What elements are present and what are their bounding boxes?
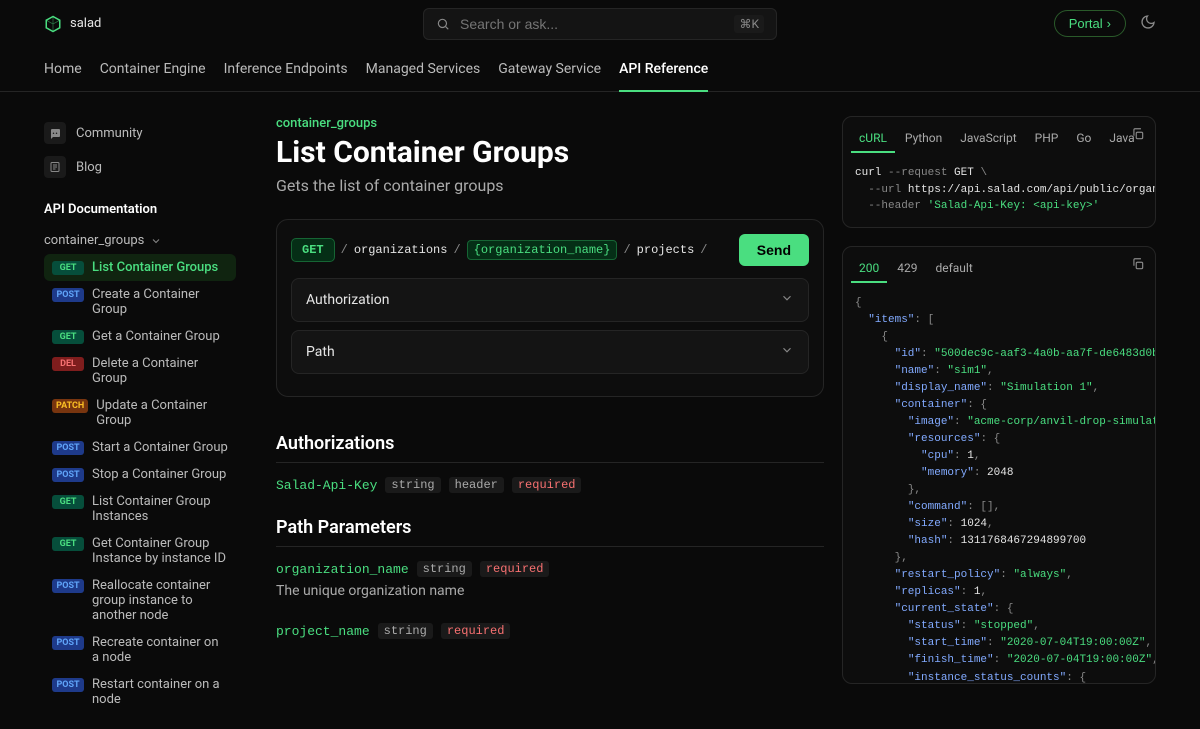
chevron-down-icon (780, 291, 794, 309)
breadcrumb: container_groups (276, 116, 824, 131)
copy-icon[interactable] (1131, 127, 1145, 145)
right-panel: cURL Python JavaScript PHP Go Java curl … (842, 92, 1200, 729)
code-tab-php[interactable]: PHP (1027, 125, 1067, 153)
chevron-right-icon: › (1107, 16, 1111, 31)
sidebar: Community Blog API Documentation contain… (0, 92, 248, 729)
method-badge: POST (52, 288, 84, 302)
code-example-card: cURL Python JavaScript PHP Go Java curl … (842, 116, 1156, 228)
tab-home[interactable]: Home (44, 47, 82, 91)
endpoint-label: Reallocate container group instance to a… (92, 578, 228, 623)
path-params-heading: Path Parameters (276, 517, 824, 547)
method-badge: POST (52, 579, 84, 593)
method-badge: GET (52, 330, 84, 344)
endpoint-item[interactable]: GET Get a Container Group (44, 323, 236, 350)
endpoint-label: Update a Container Group (96, 398, 228, 428)
page-subtitle: Gets the list of container groups (276, 176, 824, 195)
header: salad ⌘K Portal › (0, 0, 1200, 47)
chevron-down-icon (150, 235, 162, 247)
method-badge: GET (52, 495, 84, 509)
api-url-row: GET / organizations / {organization_name… (291, 234, 809, 266)
param-organization-name: organization_name string required The un… (276, 561, 824, 599)
endpoint-item[interactable]: GET List Container Groups (44, 254, 236, 281)
endpoint-item[interactable]: POST Restart container on a node (44, 671, 236, 713)
tab-inference-endpoints[interactable]: Inference Endpoints (224, 47, 348, 91)
code-tab-go[interactable]: Go (1068, 125, 1099, 153)
authorizations-heading: Authorizations (276, 433, 824, 463)
search-input[interactable] (460, 16, 724, 32)
portal-button[interactable]: Portal › (1054, 10, 1126, 37)
endpoint-item[interactable]: POST Start a Container Group (44, 434, 236, 461)
code-tab-javascript[interactable]: JavaScript (952, 125, 1024, 153)
copy-icon[interactable] (1131, 257, 1145, 275)
param-name: Salad-Api-Key (276, 478, 377, 493)
method-badge: PATCH (52, 399, 88, 413)
logo-icon (44, 15, 62, 33)
tab-gateway-service[interactable]: Gateway Service (498, 47, 601, 91)
nav-tabs: Home Container Engine Inference Endpoint… (0, 47, 1200, 92)
method-badge: POST (52, 678, 84, 692)
search-box[interactable]: ⌘K (423, 8, 777, 40)
method-badge: DEL (52, 357, 84, 371)
endpoint-item[interactable]: GET Get Container Group Instance by insta… (44, 530, 236, 572)
response-body: { "items": [ { "id": "500dec9c-aaf3-4a0b… (843, 283, 1155, 683)
http-method-badge: GET (291, 238, 335, 262)
sidebar-blog[interactable]: Blog (44, 150, 236, 184)
endpoint-label: Start a Container Group (92, 440, 228, 455)
tab-managed-services[interactable]: Managed Services (366, 47, 481, 91)
expandable-authorization[interactable]: Authorization (291, 278, 809, 322)
code-tab-curl[interactable]: cURL (851, 125, 895, 153)
endpoint-label: Get Container Group Instance by instance… (92, 536, 228, 566)
api-panel: GET / organizations / {organization_name… (276, 219, 824, 397)
code-body: curl --request GET \ --url https://api.s… (843, 153, 1155, 227)
endpoint-label: Create a Container Group (92, 287, 228, 317)
page-title: List Container Groups (276, 135, 824, 170)
search-icon (436, 17, 450, 31)
endpoint-item[interactable]: PATCH Update a Container Group (44, 392, 236, 434)
code-lang-tabs: cURL Python JavaScript PHP Go Java (843, 117, 1155, 153)
endpoint-item[interactable]: POST Reallocate container group instance … (44, 572, 236, 629)
response-status-tabs: 200 429 default (843, 247, 1155, 283)
theme-toggle[interactable] (1140, 14, 1156, 34)
auth-param: Salad-Api-Key string header required (276, 477, 824, 493)
sidebar-group[interactable]: container_groups (44, 227, 236, 254)
endpoint-label: Restart container on a node (92, 677, 228, 707)
endpoint-label: Get a Container Group (92, 329, 220, 344)
endpoint-item[interactable]: DEL Delete a Container Group (44, 350, 236, 392)
method-badge: GET (52, 537, 84, 551)
sidebar-heading: API Documentation (44, 202, 236, 217)
status-tab-default[interactable]: default (927, 255, 980, 283)
discord-icon (44, 122, 66, 144)
search-shortcut: ⌘K (734, 15, 764, 33)
tab-container-engine[interactable]: Container Engine (100, 47, 206, 91)
endpoint-item[interactable]: POST Recreate container on a node (44, 629, 236, 671)
expandable-path[interactable]: Path (291, 330, 809, 374)
response-card: 200 429 default { "items": [ { "id": "50… (842, 246, 1156, 684)
method-badge: POST (52, 468, 84, 482)
endpoint-item[interactable]: POST Create a Container Group (44, 281, 236, 323)
method-badge: GET (52, 261, 84, 275)
status-tab-200[interactable]: 200 (851, 255, 887, 283)
logo[interactable]: salad (44, 15, 101, 33)
endpoint-item[interactable]: GET List Container Group Instances (44, 488, 236, 530)
document-icon (44, 156, 66, 178)
endpoint-item[interactable]: POST Stop a Container Group (44, 461, 236, 488)
path-param-org[interactable]: {organization_name} (467, 240, 618, 260)
endpoint-label: Delete a Container Group (92, 356, 228, 386)
main-content: container_groups List Container Groups G… (248, 92, 842, 729)
endpoint-label: Recreate container on a node (92, 635, 228, 665)
endpoint-label: List Container Group Instances (92, 494, 228, 524)
sidebar-community[interactable]: Community (44, 116, 236, 150)
chevron-down-icon (780, 343, 794, 361)
send-button[interactable]: Send (739, 234, 809, 266)
brand-name: salad (70, 16, 101, 31)
endpoint-label: List Container Groups (92, 260, 218, 275)
method-badge: POST (52, 636, 84, 650)
endpoint-label: Stop a Container Group (92, 467, 226, 482)
tab-api-reference[interactable]: API Reference (619, 47, 708, 91)
status-tab-429[interactable]: 429 (889, 255, 925, 283)
moon-icon (1140, 14, 1156, 30)
method-badge: POST (52, 441, 84, 455)
code-tab-python[interactable]: Python (897, 125, 950, 153)
param-project-name: project_name string required (276, 623, 824, 639)
